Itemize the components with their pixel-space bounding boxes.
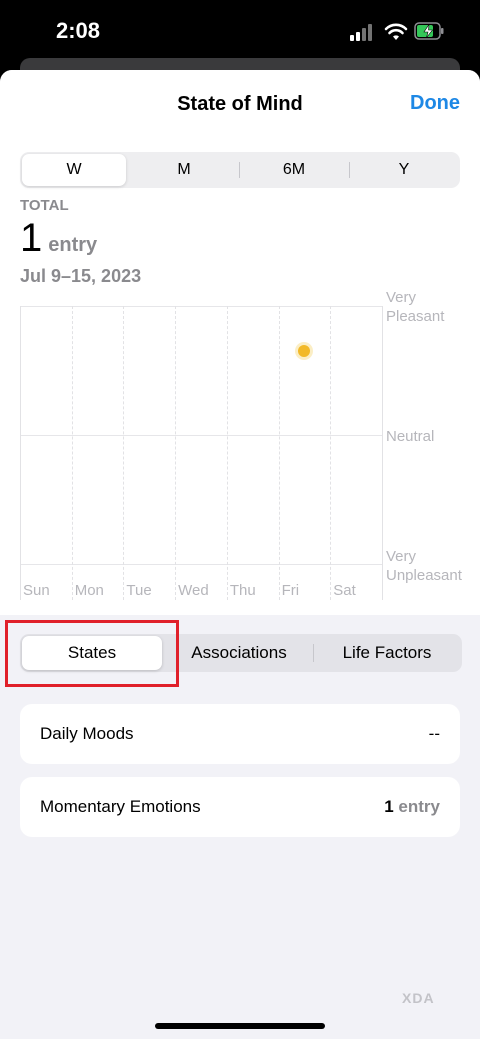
- status-time: 2:08: [56, 18, 101, 43]
- state-of-mind-sheet: State of Mind Done W M 6M Y TOTAL 1 entry…: [0, 70, 480, 1039]
- done-button[interactable]: Done: [410, 92, 460, 115]
- entry-count-value: 1: [20, 216, 43, 260]
- momentary-emotions-row[interactable]: Momentary Emotions 1 entry: [20, 777, 460, 837]
- x-tick-label-wed: Wed: [178, 582, 209, 599]
- cellular-signal-icon: [350, 24, 376, 41]
- date-range: Jul 9–15, 2023: [20, 266, 142, 286]
- entry-count: 1 entry: [20, 216, 97, 261]
- tab-year[interactable]: Y: [350, 154, 458, 186]
- highlight-box: [5, 620, 179, 687]
- tab-week[interactable]: W: [22, 154, 126, 186]
- tab-associations[interactable]: Associations: [166, 636, 312, 670]
- daily-moods-row[interactable]: Daily Moods --: [20, 704, 460, 764]
- home-indicator[interactable]: [155, 1023, 325, 1029]
- grid-column-line: [20, 306, 21, 600]
- grid-column-line: [382, 306, 383, 600]
- grid-line-top: [20, 306, 382, 307]
- grid-column-line: [278, 306, 280, 600]
- grid-line-neutral: [20, 435, 382, 436]
- daily-moods-label: Daily Moods: [40, 724, 134, 743]
- status-bar: 2:08: [0, 0, 480, 62]
- time-range-segmented-control: W M 6M Y: [20, 152, 460, 188]
- x-tick-label-sun: Sun: [23, 582, 50, 599]
- wifi-icon: [384, 23, 408, 40]
- y-label-very-pleasant: Very Pleasant: [386, 289, 445, 325]
- y-label-neutral: Neutral: [386, 428, 435, 445]
- grid-column-line: [330, 306, 332, 600]
- mood-data-point[interactable]: [298, 345, 311, 358]
- grid-column-line: [175, 306, 177, 600]
- tab-six-months[interactable]: 6M: [240, 154, 348, 186]
- grid-line-bottom: [20, 564, 382, 565]
- momentary-emotions-value: 1 entry: [384, 797, 440, 816]
- y-label-very-unpleasant: Very Unpleasant: [386, 548, 462, 584]
- grid-column-line: [123, 306, 125, 600]
- watermark-logo: XDA: [402, 990, 435, 1006]
- battery-charging-icon: [414, 22, 444, 40]
- tab-month[interactable]: M: [129, 154, 239, 186]
- x-tick-label-mon: Mon: [74, 582, 104, 599]
- grid-column-line: [226, 306, 228, 600]
- chart-panel: State of Mind Done W M 6M Y TOTAL 1 entry…: [0, 70, 480, 615]
- tab-life-factors[interactable]: Life Factors: [314, 636, 460, 670]
- x-tick-label-sat: Sat: [333, 582, 356, 599]
- x-tick-label-fri: Fri: [281, 582, 300, 599]
- daily-moods-value: --: [428, 724, 440, 743]
- total-label: TOTAL: [20, 197, 69, 214]
- state-of-mind-chart[interactable]: Sun Mon Tue Wed Thu Fri Sat: [20, 306, 383, 600]
- x-tick-label-thu: Thu: [229, 582, 256, 599]
- page-title: State of Mind: [177, 93, 303, 115]
- x-tick-label-tue: Tue: [126, 582, 152, 599]
- momentary-emotions-label: Momentary Emotions: [40, 797, 201, 816]
- grid-column-line: [71, 306, 73, 600]
- entry-count-unit: entry: [48, 234, 98, 256]
